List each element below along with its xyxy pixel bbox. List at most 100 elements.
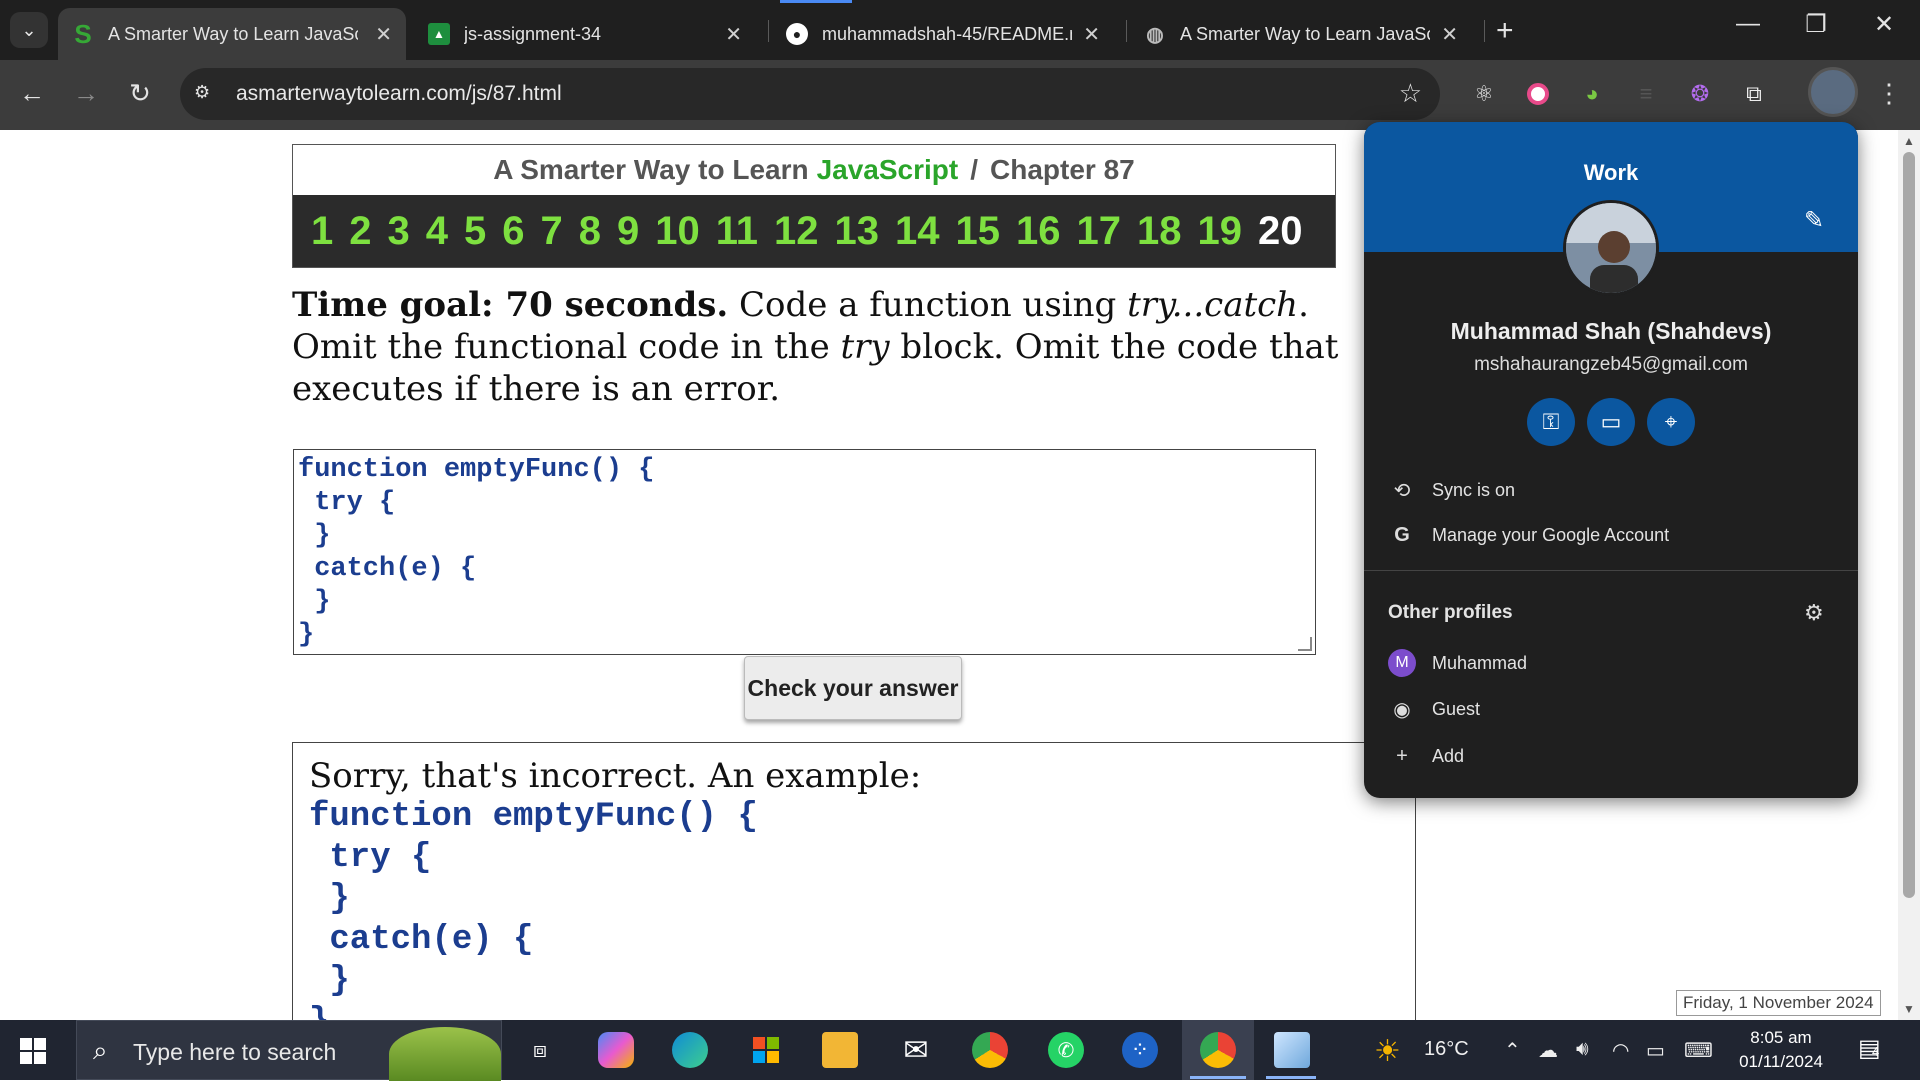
exercise-link[interactable]: 17 — [1077, 209, 1122, 254]
back-button[interactable]: ← — [14, 78, 50, 109]
taskbar-clock[interactable]: 8:05 am 01/11/2024 — [1726, 1026, 1836, 1074]
app-dots-icon[interactable]: ⁘ — [1122, 1032, 1158, 1068]
close-icon[interactable]: ✕ — [1441, 22, 1458, 47]
chrome-profile-icon[interactable] — [1200, 1032, 1236, 1068]
profile-initial-avatar: M — [1388, 649, 1416, 677]
page-scrollbar[interactable]: ▲ ▼ — [1898, 130, 1920, 1020]
exercise-link[interactable]: 14 — [895, 209, 940, 254]
code-input-text[interactable]: function emptyFunc() { try { } catch(e) … — [298, 455, 654, 650]
add-profile-label: Add — [1432, 746, 1465, 766]
password-key-icon[interactable]: ⚿ — [1527, 398, 1575, 446]
exercise-link[interactable]: 11 — [716, 209, 758, 254]
windows-taskbar: ⌕ Type here to search ⧈ ✉ ✆ ⁘ ☀ 16°C ⌃ ☁… — [0, 1020, 1920, 1081]
new-tab-button[interactable]: + — [1496, 14, 1514, 48]
exercise-link[interactable]: 12 — [774, 209, 819, 254]
task-view-icon[interactable]: ⧈ — [522, 1032, 558, 1068]
profile-item-guest[interactable]: ◉ Guest — [1388, 697, 1480, 722]
exercise-link[interactable]: 19 — [1198, 209, 1243, 254]
tab-smarter-way-1[interactable]: S A Smarter Way to Learn JavaScr ✕ — [58, 8, 406, 60]
react-devtools-icon[interactable]: ⚛ — [1470, 80, 1498, 108]
manage-account-row[interactable]: G Manage your Google Account — [1388, 524, 1669, 547]
profile-menu: Work ✎ Muhammad Shah (Shahdevs) mshahaur… — [1364, 122, 1858, 798]
address-pin-icon[interactable]: ⌖ — [1647, 398, 1695, 446]
payment-card-icon[interactable]: ▭ — [1587, 398, 1635, 446]
color-extension-icon[interactable] — [1524, 80, 1552, 108]
forward-button[interactable]: → — [68, 78, 104, 109]
close-icon[interactable]: ✕ — [725, 22, 742, 47]
tab-github-readme[interactable]: ● muhammadshah-45/README.m ✕ — [772, 8, 1114, 60]
chevron-up-icon[interactable]: ⌃ — [1504, 1038, 1521, 1063]
mail-icon[interactable]: ✉ — [898, 1032, 934, 1068]
tab-smarter-way-2[interactable]: ◍ A Smarter Way to Learn JavaScr ✕ — [1130, 8, 1472, 60]
minimize-button[interactable]: — — [1728, 10, 1768, 38]
edit-pencil-icon[interactable]: ✎ — [1804, 206, 1824, 235]
exercise-instructions: Time goal: 70 seconds. Code a function u… — [292, 284, 1392, 410]
microsoft-store-icon[interactable] — [748, 1032, 784, 1068]
exercise-link[interactable]: 3 — [388, 209, 410, 254]
add-profile-row[interactable]: + Add — [1388, 745, 1464, 768]
resize-handle[interactable] — [1298, 637, 1312, 651]
windows-start-button[interactable] — [20, 1038, 46, 1064]
extensions-puzzle-icon[interactable]: ⧉ — [1740, 80, 1768, 108]
weather-icon[interactable]: ☀ — [1374, 1034, 1401, 1069]
exercise-link[interactable]: 13 — [835, 209, 880, 254]
edge-icon[interactable] — [672, 1032, 708, 1068]
window-close-button[interactable]: ✕ — [1864, 10, 1904, 39]
exercise-link[interactable]: 8 — [579, 209, 601, 254]
exercise-link[interactable]: 16 — [1016, 209, 1061, 254]
ai-extension-icon[interactable]: ◕ — [1578, 80, 1606, 108]
notepad-icon[interactable] — [1274, 1032, 1310, 1068]
onedrive-cloud-icon[interactable]: ☁ — [1538, 1038, 1558, 1063]
file-explorer-icon[interactable] — [822, 1032, 858, 1068]
volume-icon[interactable]: 🔊︎ — [1576, 1038, 1589, 1061]
tab-title: muhammadshah-45/README.m — [822, 23, 1072, 44]
tab-search-button[interactable]: ⌄ — [10, 12, 48, 48]
site-settings-icon[interactable]: ⚙ — [194, 82, 220, 106]
exercise-link[interactable]: 18 — [1137, 209, 1182, 254]
time-goal: Time goal: 70 seconds. — [292, 285, 729, 325]
whatsapp-icon[interactable]: ✆ — [1048, 1032, 1084, 1068]
guest-person-icon: ◉ — [1393, 699, 1411, 721]
temperature[interactable]: 16°C — [1424, 1038, 1469, 1061]
list-extension-icon[interactable]: ≡ — [1632, 80, 1660, 108]
exercise-link[interactable]: 7 — [541, 209, 563, 254]
active-indicator — [1190, 1076, 1246, 1079]
code-answer-textarea[interactable]: function emptyFunc() { try { } catch(e) … — [293, 449, 1316, 655]
scroll-down-icon[interactable]: ▼ — [1903, 1002, 1915, 1016]
exercise-link[interactable]: 9 — [617, 209, 639, 254]
close-icon[interactable]: ✕ — [1083, 22, 1100, 47]
reload-button[interactable]: ↻ — [122, 78, 158, 109]
tab-strip: ⌄ S A Smarter Way to Learn JavaScr ✕ ▲ j… — [0, 0, 1920, 60]
address-bar[interactable]: ⚙ asmarterwaytolearn.com/js/87.html ☆ — [180, 68, 1440, 120]
battery-icon[interactable]: ▭ — [1646, 1038, 1665, 1063]
keyboard-icon[interactable]: ⌨ — [1684, 1038, 1713, 1063]
more-menu-icon[interactable]: ⋮ — [1876, 78, 1902, 109]
url-text[interactable]: asmarterwaytolearn.com/js/87.html — [236, 82, 562, 106]
profile-item-muhammad[interactable]: M Muhammad — [1388, 649, 1527, 677]
sync-status-row[interactable]: ⟲ Sync is on — [1388, 478, 1515, 503]
bookmark-star-icon[interactable]: ☆ — [1399, 78, 1422, 109]
manage-profiles-gear-icon[interactable]: ⚙ — [1804, 600, 1824, 626]
github-icon: ● — [786, 23, 808, 45]
taskbar-search[interactable]: ⌕ Type here to search — [76, 1020, 502, 1081]
restore-button[interactable]: ❐ — [1796, 10, 1836, 39]
brain-extension-icon[interactable]: ❂ — [1686, 80, 1714, 108]
exercise-current[interactable]: 20 — [1258, 209, 1303, 254]
exercise-link[interactable]: 10 — [655, 209, 700, 254]
scroll-thumb[interactable] — [1903, 152, 1915, 898]
check-answer-button[interactable]: Check your answer — [744, 656, 962, 720]
profile-avatar-button[interactable] — [1808, 67, 1858, 117]
wifi-icon[interactable]: ◠ — [1612, 1038, 1629, 1063]
exercise-link[interactable]: 15 — [956, 209, 1001, 254]
exercise-link[interactable]: 4 — [426, 209, 448, 254]
exercise-link[interactable]: 1 — [311, 209, 333, 254]
scroll-up-icon[interactable]: ▲ — [1903, 134, 1915, 148]
exercise-link[interactable]: 6 — [502, 209, 524, 254]
tab-js-assignment[interactable]: ▲ js-assignment-34 ✕ — [414, 8, 756, 60]
exercise-link[interactable]: 2 — [349, 209, 371, 254]
close-icon[interactable]: ✕ — [375, 22, 392, 47]
copilot-icon[interactable] — [598, 1032, 634, 1068]
exercise-link[interactable]: 5 — [464, 209, 486, 254]
notification-center-icon[interactable]: ▤ 4 — [1858, 1034, 1881, 1063]
chrome-icon[interactable] — [972, 1032, 1008, 1068]
